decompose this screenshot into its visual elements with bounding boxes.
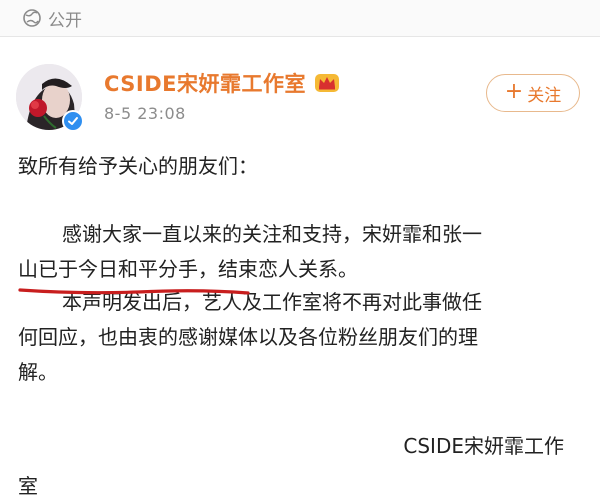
text-line: 感谢大家一直以来的关注和支持，宋妍霏和张一 [62, 222, 482, 246]
visibility-indicator[interactable]: 公开 [22, 6, 82, 31]
text-line: 山已于今日和平分手，结束恋人关系。 [18, 257, 358, 281]
crown-badge-icon[interactable] [314, 72, 340, 94]
post-time: 8-5 23:08 [104, 104, 186, 123]
text-line: 本声明发出后，艺人及工作室将不再对此事做任 [62, 290, 482, 314]
plus-icon: + [504, 79, 524, 104]
text-line: 何回应，也由衷的感谢媒体以及各位粉丝朋友们的理 [18, 325, 478, 349]
signature-line: CSIDE宋妍霏工作 [403, 434, 564, 458]
greeting: 致所有给予关心的朋友们： [18, 154, 258, 178]
follow-label: 关注 [527, 85, 562, 106]
post-header: CSIDE宋妍霏工作室 8-5 23:08 + 关注 [0, 52, 600, 142]
author-name[interactable]: CSIDE宋妍霏工作室 [104, 68, 306, 98]
visibility-label: 公开 [48, 10, 82, 31]
signature-line: 室 [18, 474, 38, 498]
follow-button[interactable]: + 关注 [486, 74, 580, 112]
top-bar: 公开 [0, 0, 600, 37]
author-row: CSIDE宋妍霏工作室 [104, 68, 340, 98]
globe-icon [22, 8, 42, 28]
text-line: 解。 [18, 360, 58, 384]
verified-icon [62, 110, 84, 132]
